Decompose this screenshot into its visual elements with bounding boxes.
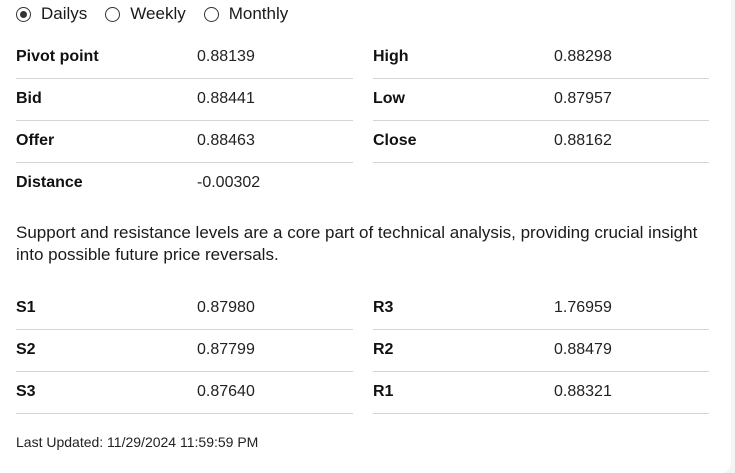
- r1-row: R1 0.88321: [373, 371, 709, 414]
- s2-row: S2 0.87799: [16, 329, 353, 372]
- s2-label: S2: [16, 341, 36, 358]
- r1-value: 0.88321: [554, 383, 612, 400]
- high-row: High 0.88298: [373, 36, 709, 79]
- close-row: Close 0.88162: [373, 120, 709, 163]
- high-label: High: [373, 48, 409, 65]
- radio-monthly-label[interactable]: Monthly: [229, 4, 289, 24]
- r1-label: R1: [373, 383, 394, 400]
- s3-value: 0.87640: [197, 383, 255, 400]
- r3-label: R3: [373, 299, 394, 316]
- radio-dailys[interactable]: Dailys: [16, 4, 87, 24]
- s3-label: S3: [16, 383, 36, 400]
- low-row: Low 0.87957: [373, 78, 709, 121]
- pivot-point-value: 0.88139: [197, 48, 255, 65]
- r2-value: 0.88479: [554, 341, 612, 358]
- radio-dailys-label[interactable]: Dailys: [41, 4, 87, 24]
- bid-label: Bid: [16, 90, 42, 107]
- timeframe-selector: Dailys Weekly Monthly: [16, 4, 306, 24]
- pivot-point-label: Pivot point: [16, 48, 99, 65]
- bid-row: Bid 0.88441: [16, 78, 353, 121]
- s1-value: 0.87980: [197, 299, 255, 316]
- offer-value: 0.88463: [197, 132, 255, 149]
- s2-value: 0.87799: [197, 341, 255, 358]
- pivot-point-row: Pivot point 0.88139: [16, 36, 353, 79]
- r3-value: 1.76959: [554, 299, 612, 316]
- s1-row: S1 0.87980: [16, 287, 353, 330]
- distance-value: -0.00302: [197, 174, 261, 191]
- offer-label: Offer: [16, 132, 55, 149]
- radio-monthly[interactable]: Monthly: [203, 4, 289, 24]
- last-updated-timestamp: Last Updated: 11/29/2024 11:59:59 PM: [16, 434, 259, 450]
- radio-weekly-label[interactable]: Weekly: [130, 4, 185, 24]
- radio-weekly[interactable]: Weekly: [105, 4, 186, 24]
- s1-label: S1: [16, 299, 36, 316]
- r3-row: R3 1.76959: [373, 287, 709, 330]
- bid-value: 0.88441: [197, 90, 255, 107]
- high-value: 0.88298: [554, 48, 612, 65]
- s3-row: S3 0.87640: [16, 371, 353, 414]
- close-value: 0.88162: [554, 132, 612, 149]
- r2-row: R2 0.88479: [373, 329, 709, 372]
- distance-row: Distance -0.00302: [16, 162, 353, 204]
- radio-weekly-circle[interactable]: [105, 6, 121, 22]
- radio-dailys-circle[interactable]: [16, 6, 31, 22]
- low-label: Low: [373, 90, 405, 107]
- low-value: 0.87957: [554, 90, 612, 107]
- close-label: Close: [373, 132, 417, 149]
- pivot-points-card: Dailys Weekly Monthly Pivot point 0.8813…: [0, 0, 731, 473]
- radio-monthly-circle[interactable]: [203, 6, 219, 22]
- distance-label: Distance: [16, 174, 83, 191]
- support-resistance-description: Support and resistance levels are a core…: [16, 223, 698, 264]
- r2-label: R2: [373, 341, 394, 358]
- offer-row: Offer 0.88463: [16, 120, 353, 163]
